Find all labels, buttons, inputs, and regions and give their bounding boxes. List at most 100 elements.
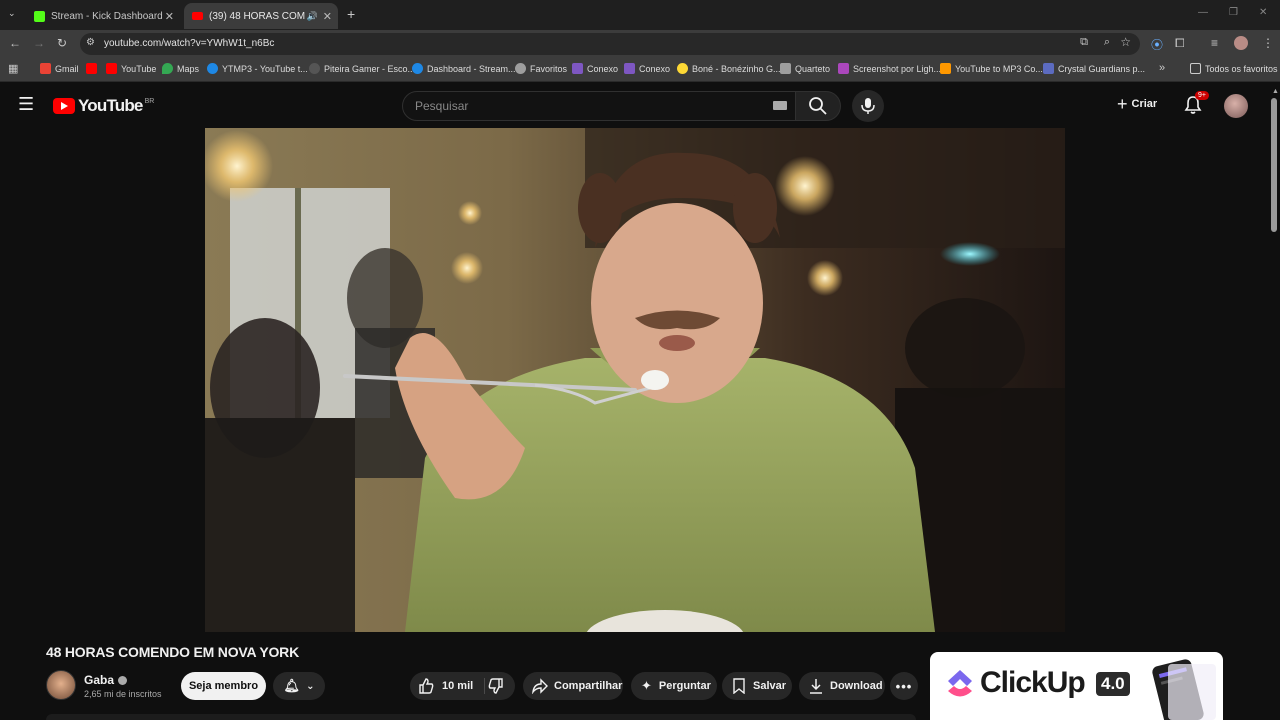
hamburger-menu-icon[interactable]: ☰	[18, 94, 34, 115]
save-button[interactable]: Salvar	[722, 672, 792, 700]
bookmark-screenshot[interactable]: Screenshot por Ligh...	[838, 63, 941, 74]
browser-toolbar: ← → ↻ ⚙ youtube.com/watch?v=YWhW1t_n6Bc …	[0, 30, 1280, 58]
download-button[interactable]: Download	[799, 672, 885, 700]
like-count: 10 mil	[442, 680, 474, 692]
quarteto-icon	[780, 63, 791, 74]
more-bookmarks-icon[interactable]: »	[1159, 62, 1165, 74]
tab-kick-dashboard[interactable]: Stream - Kick Dashboard ✕	[26, 3, 180, 29]
new-tab-icon[interactable]: +	[347, 6, 355, 22]
bookmark-gmail[interactable]: Gmail	[40, 63, 79, 74]
subscription-bell-button[interactable]: 🔔︎ ⌄	[273, 672, 325, 700]
create-button[interactable]: + Criar	[1117, 95, 1157, 113]
bookmark-crystal-guardians[interactable]: Crystal Guardians p...	[1043, 63, 1145, 74]
bookmark-label: Maps	[177, 63, 200, 74]
thumbs-down-icon	[488, 678, 503, 694]
bookmark-maps[interactable]: Maps	[162, 63, 199, 74]
media-control-icon[interactable]: ≡	[1211, 36, 1218, 50]
youtube-header: ☰ YouTube BR Pesquisar + Criar 9+	[0, 82, 1280, 128]
channel-name[interactable]: Gaba	[84, 673, 114, 687]
like-button[interactable]: 10 mil	[410, 672, 482, 700]
back-icon[interactable]: ←	[9, 36, 21, 50]
bookmark-conexo-2[interactable]: Conexo	[624, 63, 670, 74]
search-button[interactable]	[795, 91, 841, 121]
minimize-icon[interactable]: —	[1198, 7, 1208, 18]
bookmark-youtube-icon-only[interactable]	[86, 63, 101, 74]
clickup-ad-banner[interactable]: ClickUp 4.0	[930, 652, 1223, 720]
bookmark-label: Boné - Bonézinho G...	[692, 63, 781, 74]
bell-outline-icon: 🔔︎	[283, 678, 301, 693]
bookmark-star-icon[interactable]: ☆	[1120, 35, 1131, 49]
save-label: Salvar	[753, 680, 787, 692]
close-window-icon[interactable]: ✕	[1259, 7, 1267, 18]
dislike-button[interactable]	[488, 678, 504, 697]
bookmark-label: Screenshot por Ligh...	[853, 63, 942, 74]
close-tab-icon[interactable]: ✕	[323, 10, 332, 23]
user-avatar[interactable]	[1224, 94, 1248, 118]
more-horizontal-icon: •••	[895, 678, 913, 694]
notifications-button[interactable]: 9+	[1184, 91, 1209, 120]
audio-playing-icon[interactable]: 🔊	[307, 11, 318, 22]
bookmark-yt-to-mp3[interactable]: YouTube to MP3 Co...	[940, 63, 1043, 74]
extension-icon[interactable]: ⦿	[1151, 36, 1163, 53]
description-box-top[interactable]	[46, 714, 916, 720]
youtube-favicon-icon	[192, 12, 203, 20]
keyboard-icon[interactable]	[773, 101, 787, 110]
join-membership-button[interactable]: Seja membro	[181, 672, 266, 700]
tab-search-icon[interactable]: ⌄	[8, 8, 16, 19]
install-app-icon[interactable]: ⧉	[1080, 36, 1088, 49]
video-player[interactable]	[205, 128, 1065, 632]
reload-icon[interactable]: ↻	[57, 36, 67, 50]
scroll-up-icon[interactable]: ▲	[1272, 88, 1279, 95]
subscriber-count: 2,65 mi de inscritos	[84, 689, 162, 699]
bookmark-conexo-1[interactable]: Conexo	[572, 63, 618, 74]
page-scrollbar[interactable]: ▲	[1271, 88, 1279, 720]
channel-name-row[interactable]: Gaba	[84, 673, 128, 687]
scrollbar-thumb[interactable]	[1271, 98, 1277, 232]
bookmark-quarteto[interactable]: Quarteto	[780, 63, 830, 74]
voice-search-button[interactable]	[852, 90, 884, 122]
youtube-icon	[106, 63, 117, 74]
bookmark-piteira[interactable]: Piteira Gamer - Esco...	[309, 63, 415, 74]
conexo-icon	[624, 63, 635, 74]
youtube-logo[interactable]: YouTube BR	[53, 96, 154, 116]
feather-icon	[838, 63, 849, 74]
zoom-icon[interactable]: ⌕	[1104, 36, 1110, 49]
video-title: 48 HORAS COMENDO EM NOVA YORK	[46, 644, 299, 660]
chevron-down-icon: ⌄	[306, 680, 315, 692]
bookmark-bone[interactable]: Boné - Bonézinho G...	[677, 63, 781, 74]
folder-icon	[1190, 63, 1201, 74]
bookmark-youtube[interactable]: YouTube	[106, 63, 156, 74]
globe-icon	[515, 63, 526, 74]
apps-grid-icon[interactable]: ▦	[8, 62, 18, 75]
search-input-placeholder[interactable]: Pesquisar	[415, 99, 468, 113]
ask-button[interactable]: ✦ Perguntar	[631, 672, 717, 700]
search-box[interactable]: Pesquisar	[402, 91, 796, 121]
more-actions-button[interactable]: •••	[890, 672, 918, 700]
forward-icon[interactable]: →	[33, 36, 45, 50]
profile-avatar[interactable]	[1234, 36, 1248, 50]
bookmark-label: Crystal Guardians p...	[1058, 63, 1146, 74]
close-tab-icon[interactable]: ✕	[165, 10, 174, 23]
bookmark-dashboard[interactable]: Dashboard - Stream...	[412, 63, 516, 74]
share-button[interactable]: Compartilhar	[523, 672, 623, 700]
like-dislike-group: 10 mil	[410, 672, 515, 700]
all-bookmarks-folder[interactable]: Todos os favoritos	[1190, 63, 1278, 74]
address-bar[interactable]: ⚙ youtube.com/watch?v=YWhW1t_n6Bc ⧉ ⌕ ☆	[80, 33, 1140, 55]
download-icon	[810, 679, 822, 694]
sparkle-icon: ✦	[641, 678, 652, 693]
restore-icon[interactable]: ❐	[1229, 7, 1238, 18]
tab-youtube-video[interactable]: (39) 48 HORAS COMENDO 🔊 ✕	[184, 3, 338, 29]
bookmark-ytmp3[interactable]: YTMP3 - YouTube t...	[207, 63, 308, 74]
channel-avatar[interactable]	[46, 670, 76, 700]
browser-menu-icon[interactable]: ⋮	[1262, 36, 1274, 50]
bookmark-label: Favoritos	[530, 63, 568, 74]
maps-pin-icon	[162, 63, 173, 74]
ad-brand-name: ClickUp	[980, 666, 1086, 699]
site-info-icon[interactable]: ⚙	[86, 37, 95, 48]
piteira-icon	[309, 63, 320, 74]
notifications-badge: 9+	[1195, 91, 1209, 100]
conexo-icon	[572, 63, 583, 74]
bookmark-favoritos[interactable]: Favoritos	[515, 63, 567, 74]
tab-title: Stream - Kick Dashboard	[51, 10, 163, 22]
extensions-puzzle-icon[interactable]: ⧠	[1175, 36, 1185, 51]
